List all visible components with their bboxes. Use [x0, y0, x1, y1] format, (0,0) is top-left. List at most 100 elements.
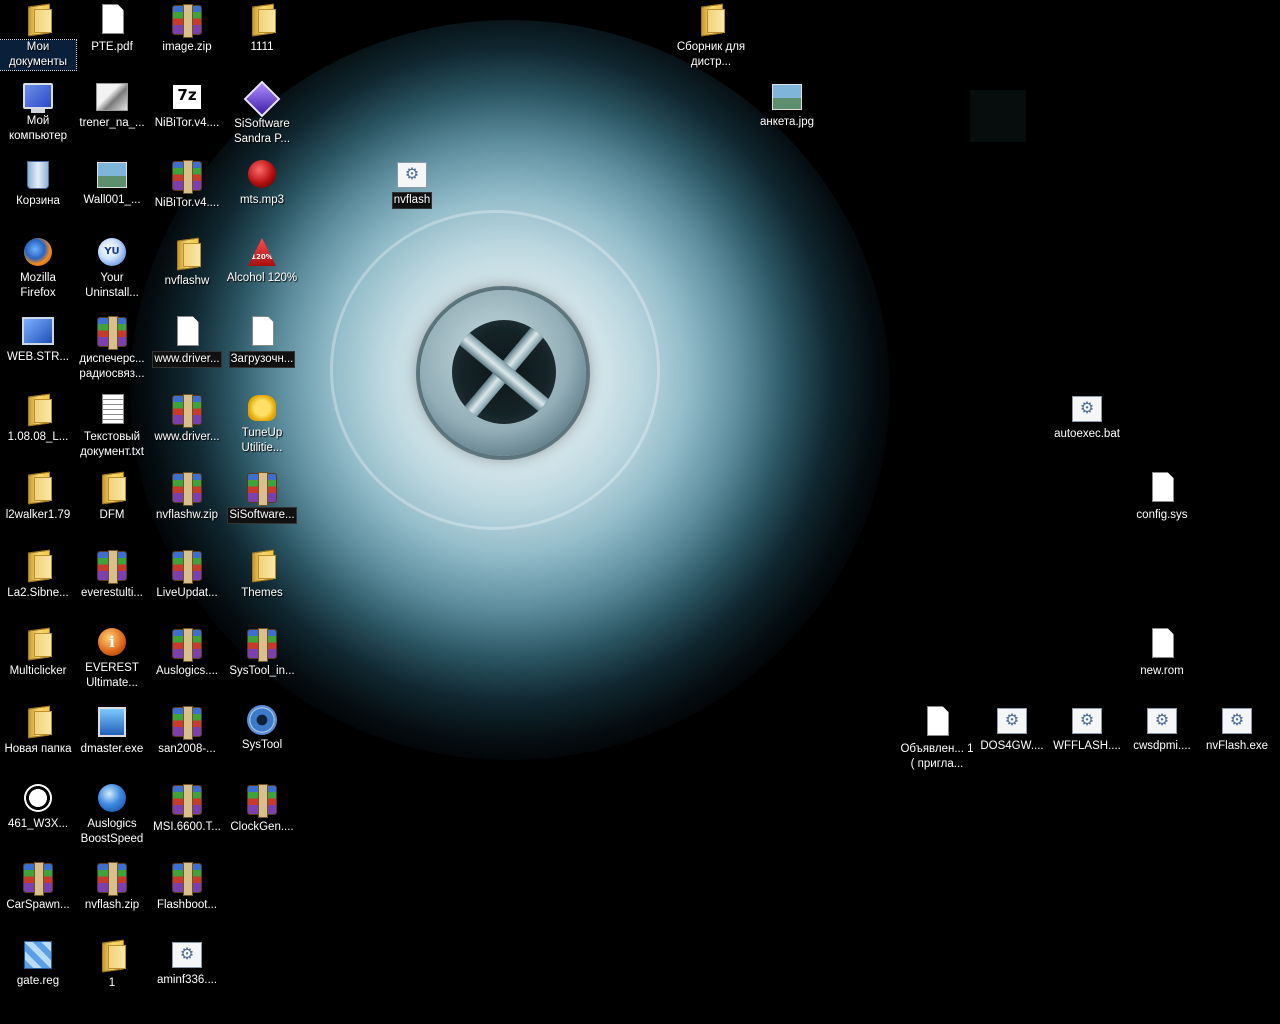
icon-label: Загрузочн...	[228, 351, 296, 368]
desktop-icon-nibitor-7z[interactable]: NiBiTor.v4....	[149, 78, 225, 152]
desktop-icon-msi-6600[interactable]: MSI.6600.T...	[149, 780, 225, 854]
desktop-icon-everestulti[interactable]: everestulti...	[74, 546, 150, 620]
7zip-archive-icon	[171, 83, 203, 111]
desktop-icon-dfm[interactable]: DFM	[74, 468, 150, 542]
folder-icon	[695, 3, 727, 35]
desktop-icon-firefox[interactable]: Mozilla Firefox	[0, 234, 76, 308]
desktop-icon-wfflash[interactable]: WFFLASH....	[1049, 702, 1125, 776]
desktop-icon-aminf336[interactable]: aminf336....	[149, 936, 225, 1010]
icon-label: DFM	[99, 509, 125, 521]
desktop-icon-your-uninstaller[interactable]: Your Uninstall...	[74, 234, 150, 308]
desktop-icon-auslogics-rar[interactable]: Auslogics....	[149, 624, 225, 698]
desktop-icon-alcohol-120[interactable]: Alcohol 120%	[224, 234, 300, 308]
winrar-archive-icon	[172, 706, 202, 740]
desktop-icon-obyavlen[interactable]: Объявлен... 1 ( пригла...	[899, 702, 975, 776]
wallpaper-dark-patch	[970, 90, 1026, 142]
icon-label: Mozilla Firefox	[20, 272, 56, 299]
image-file-icon	[772, 84, 802, 110]
desktop-icon-web-str[interactable]: WEB.STR...	[0, 312, 76, 386]
folder-icon	[22, 471, 54, 503]
icon-label: gate.reg	[16, 975, 60, 987]
desktop-icon-tuneup-utilities[interactable]: TuneUp Utilitie...	[224, 390, 300, 464]
desktop-icon-trener[interactable]: trener_na_...	[74, 78, 150, 152]
icon-label: CarSpawn...	[6, 899, 70, 911]
desktop-icon-www-driver-rar[interactable]: www.driver...	[149, 390, 225, 464]
desktop-icon-cwsdpmi[interactable]: cwsdpmi....	[1124, 702, 1200, 776]
icon-label: Multiclicker	[9, 665, 67, 677]
winrar-archive-icon	[172, 628, 202, 662]
everest-icon	[98, 628, 126, 656]
settings-file-icon	[997, 708, 1027, 734]
desktop-icon-wall001[interactable]: Wall001_...	[74, 156, 150, 230]
icon-label: SysTool_in...	[229, 665, 295, 677]
desktop-icon-1111[interactable]: 1111	[224, 0, 300, 74]
icon-label: Auslogics BoostSpeed	[80, 818, 144, 845]
desktop-icon-multiclicker[interactable]: Multiclicker	[0, 624, 76, 698]
icon-label: EVEREST Ultimate...	[85, 662, 139, 689]
icon-label: WEB.STR...	[7, 351, 69, 363]
desktop-icon-nvflash[interactable]: nvflash	[374, 156, 450, 230]
network-icon	[22, 317, 54, 345]
icon-label: config.sys	[1136, 509, 1188, 521]
desktop-icon-nvflashw-zip[interactable]: nvflashw.zip	[149, 468, 225, 542]
desktop-icon-config-sys[interactable]: config.sys	[1124, 468, 1200, 542]
icon-label: NiBiTor.v4....	[154, 197, 220, 209]
desktop-icon-zagruzochn[interactable]: Загрузочн...	[224, 312, 300, 386]
desktop-icon-everest-ultimate[interactable]: EVEREST Ultimate...	[74, 624, 150, 698]
image-file-icon	[97, 162, 127, 188]
desktop-icon-san2008[interactable]: san2008-...	[149, 702, 225, 776]
icon-label: 1111	[250, 41, 274, 53]
desktop-icon-carspawn[interactable]: CarSpawn...	[0, 858, 76, 932]
desktop-icon-liveupdat[interactable]: LiveUpdat...	[149, 546, 225, 620]
desktop-icon-1-08-08[interactable]: 1.08.08_L...	[0, 390, 76, 464]
text-file-icon	[96, 393, 128, 425]
alcohol-120-icon	[248, 238, 276, 266]
desktop-icon-461-w3x[interactable]: 461_W3X...	[0, 780, 76, 854]
icon-label: nvFlash.exe	[1205, 740, 1268, 752]
desktop-icon-autoexec-bat[interactable]: autoexec.bat	[1049, 390, 1125, 464]
desktop-icon-themes[interactable]: Themes	[224, 546, 300, 620]
desktop-icon-la2-sibne[interactable]: La2.Sibne...	[0, 546, 76, 620]
desktop-icon-recycle-bin[interactable]: Корзина	[0, 156, 76, 230]
desktop-icon-flashboot[interactable]: Flashboot...	[149, 858, 225, 932]
desktop-icon-nvflash-exe[interactable]: nvFlash.exe	[1199, 702, 1275, 776]
desktop-icon-sisoftware-sandra[interactable]: SiSoftware Sandra P...	[224, 78, 300, 152]
desktop-icon-systool-in[interactable]: SysTool_in...	[224, 624, 300, 698]
desktop-icon-image-zip[interactable]: image.zip	[149, 0, 225, 74]
icon-label: nvflashw.zip	[155, 509, 218, 521]
document-icon	[921, 705, 953, 737]
desktop-icon-dos4gw[interactable]: DOS4GW....	[974, 702, 1050, 776]
desktop-icon-dispetchers[interactable]: диспечерс... радиосвяз...	[74, 312, 150, 386]
desktop-icon-systool[interactable]: SysTool	[224, 702, 300, 776]
desktop-icon-my-computer[interactable]: Мой компьютер	[0, 78, 76, 152]
icon-label: www.driver...	[152, 351, 222, 368]
desktop-icon-gate-reg[interactable]: gate.reg	[0, 936, 76, 1010]
desktop-icon-sbornik[interactable]: Сборник для дистр...	[673, 0, 749, 74]
desktop-icon-my-documents[interactable]: Мои документы	[0, 0, 77, 74]
desktop-icon-dmaster[interactable]: dmaster.exe	[74, 702, 150, 776]
icon-label: Flashboot...	[156, 899, 218, 911]
document-icon	[96, 3, 128, 35]
tuneup-utilities-icon	[248, 395, 276, 421]
desktop-icon-clockgen[interactable]: ClockGen....	[224, 780, 300, 854]
desktop-icon-sisoftware-rar[interactable]: SiSoftware...	[224, 468, 300, 542]
desktop-icon-www-driver-doc[interactable]: www.driver...	[149, 312, 225, 386]
desktop-icon-mts-mp3[interactable]: mts.mp3	[224, 156, 300, 230]
desktop-icon-new-folder[interactable]: Новая папка	[0, 702, 76, 776]
desktop-icon-nibitor-rar[interactable]: NiBiTor.v4....	[149, 156, 225, 230]
desktop-icon-l2walker[interactable]: l2walker1.79	[0, 468, 76, 542]
desktop-icon-text-document[interactable]: Текстовый документ.txt	[74, 390, 150, 464]
desktop-icon-anketa-jpg[interactable]: анкета.jpg	[749, 78, 825, 152]
icon-label: dmaster.exe	[80, 743, 144, 755]
folder-icon	[22, 3, 54, 35]
desktop-icon-pte-pdf[interactable]: PTE.pdf	[74, 0, 150, 74]
desktop[interactable]: Мои документы PTE.pdf image.zip 1111 Сбо…	[0, 0, 1280, 1024]
desktop-icon-folder-1[interactable]: 1	[74, 936, 150, 1010]
desktop-icon-new-rom[interactable]: new.rom	[1124, 624, 1200, 698]
desktop-icon-auslogics-boostspeed[interactable]: Auslogics BoostSpeed	[74, 780, 150, 854]
icon-label: 461_W3X...	[7, 818, 69, 830]
desktop-icon-nvflashw-folder[interactable]: nvflashw	[149, 234, 225, 308]
icon-label: image.zip	[162, 41, 212, 53]
desktop-icon-nvflash-zip[interactable]: nvflash.zip	[74, 858, 150, 932]
icon-label: everestulti...	[81, 587, 143, 599]
